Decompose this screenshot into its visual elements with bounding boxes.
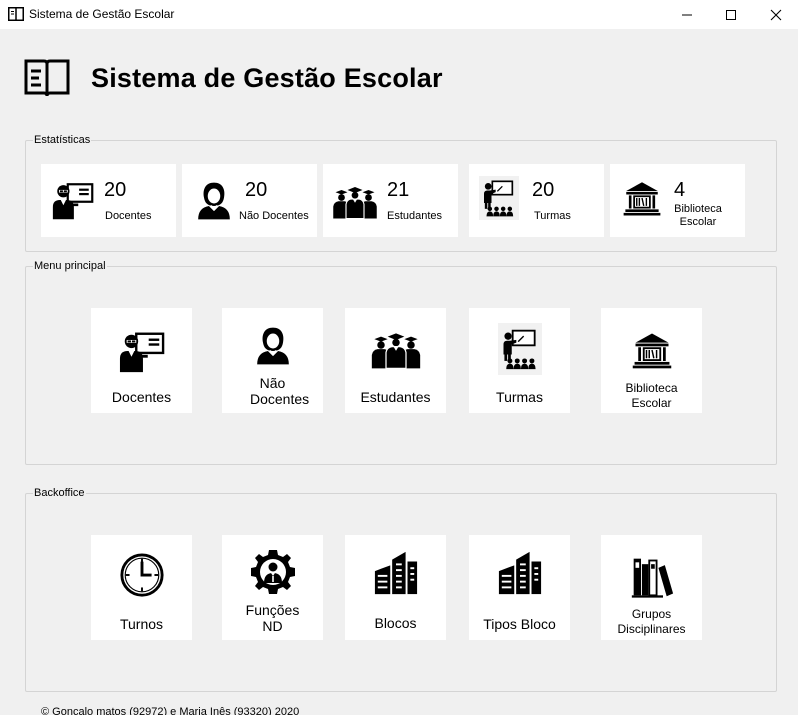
books-icon bbox=[630, 555, 674, 599]
minimize-button[interactable] bbox=[664, 0, 710, 29]
minimize-icon bbox=[682, 14, 692, 15]
stat-value: 4 bbox=[674, 179, 686, 201]
backoffice-tipos-bloco-label: Tipos Bloco bbox=[483, 616, 556, 632]
menu-estudantes-button[interactable]: Estudantes bbox=[345, 308, 446, 413]
stat-card-biblioteca: 4 Biblioteca Escolar bbox=[610, 164, 745, 237]
backoffice-tipos-bloco-button[interactable]: Tipos Bloco bbox=[469, 535, 570, 640]
stat-value: 20 bbox=[104, 179, 127, 201]
students-graduates-icon bbox=[371, 330, 421, 370]
stat-label: Docentes bbox=[105, 210, 152, 222]
page-title: Sistema de Gestão Escolar bbox=[91, 63, 443, 93]
menu-docentes-button[interactable]: Docentes bbox=[91, 308, 192, 413]
classroom-icon bbox=[479, 176, 519, 220]
buildings-icon bbox=[497, 550, 543, 596]
backoffice-grupos-disciplinares-button[interactable]: Grupos Disciplinares bbox=[601, 535, 702, 640]
backoffice-blocos-button[interactable]: Blocos bbox=[345, 535, 446, 640]
stat-value: 21 bbox=[387, 179, 410, 201]
window-titlebar: Sistema de Gestão Escolar bbox=[0, 0, 798, 29]
main-menu-group-label: Menu principal bbox=[33, 259, 107, 273]
menu-docentes-label: Docentes bbox=[111, 389, 172, 405]
menu-nao-docentes-button[interactable]: Não Docentes bbox=[222, 308, 323, 413]
window-title: Sistema de Gestão Escolar bbox=[29, 7, 175, 21]
menu-estudantes-label: Estudantes bbox=[360, 389, 431, 405]
teacher-icon bbox=[119, 328, 165, 374]
stat-card-nao-docentes: 20 Não Docentes bbox=[182, 164, 317, 237]
backoffice-blocos-label: Blocos bbox=[374, 615, 417, 631]
menu-turmas-button[interactable]: Turmas bbox=[469, 308, 570, 413]
footer-copyright: © Gonçalo matos (92972) e Maria Inês (93… bbox=[41, 706, 300, 715]
menu-nao-docentes-label: Não Docentes bbox=[250, 375, 310, 407]
backoffice-grupos-disciplinares-label: Grupos Disciplinares bbox=[617, 607, 686, 636]
maximize-icon bbox=[726, 9, 736, 20]
classroom-icon bbox=[497, 323, 542, 375]
stat-label: Turmas bbox=[534, 210, 571, 222]
library-building-icon bbox=[621, 177, 663, 219]
stat-label: Estudantes bbox=[387, 210, 443, 222]
clock-icon bbox=[119, 552, 165, 598]
gear-person-icon bbox=[249, 548, 297, 596]
staff-person-icon bbox=[253, 321, 293, 371]
backoffice-funcoes-nd-button[interactable]: Funções ND bbox=[222, 535, 323, 640]
stat-label: Não Docentes bbox=[239, 210, 309, 222]
menu-biblioteca-label: Biblioteca Escolar bbox=[625, 381, 678, 410]
book-icon bbox=[8, 7, 24, 21]
stat-card-turmas: 20 Turmas bbox=[469, 164, 604, 237]
students-graduates-icon bbox=[332, 184, 378, 220]
staff-person-icon bbox=[194, 177, 234, 225]
backoffice-turnos-label: Turnos bbox=[119, 616, 164, 632]
library-building-icon bbox=[630, 328, 674, 372]
backoffice-group-label: Backoffice bbox=[33, 486, 86, 500]
buildings-icon bbox=[373, 550, 419, 596]
stat-value: 20 bbox=[532, 179, 555, 201]
book-icon bbox=[24, 59, 70, 97]
maximize-button[interactable] bbox=[708, 0, 754, 29]
close-button[interactable] bbox=[753, 0, 798, 29]
stats-group-label: Estatísticas bbox=[33, 133, 92, 147]
stat-card-estudantes: 21 Estudantes bbox=[323, 164, 458, 237]
menu-biblioteca-button[interactable]: Biblioteca Escolar bbox=[601, 308, 702, 413]
stat-value: 20 bbox=[245, 179, 268, 201]
stat-label: Biblioteca Escolar bbox=[674, 203, 722, 228]
close-icon bbox=[770, 9, 782, 20]
backoffice-funcoes-nd-label: Funções ND bbox=[245, 602, 300, 634]
backoffice-turnos-button[interactable]: Turnos bbox=[91, 535, 192, 640]
teacher-icon bbox=[52, 179, 94, 221]
stat-card-docentes: 20 Docentes bbox=[41, 164, 176, 237]
menu-turmas-label: Turmas bbox=[496, 389, 543, 405]
